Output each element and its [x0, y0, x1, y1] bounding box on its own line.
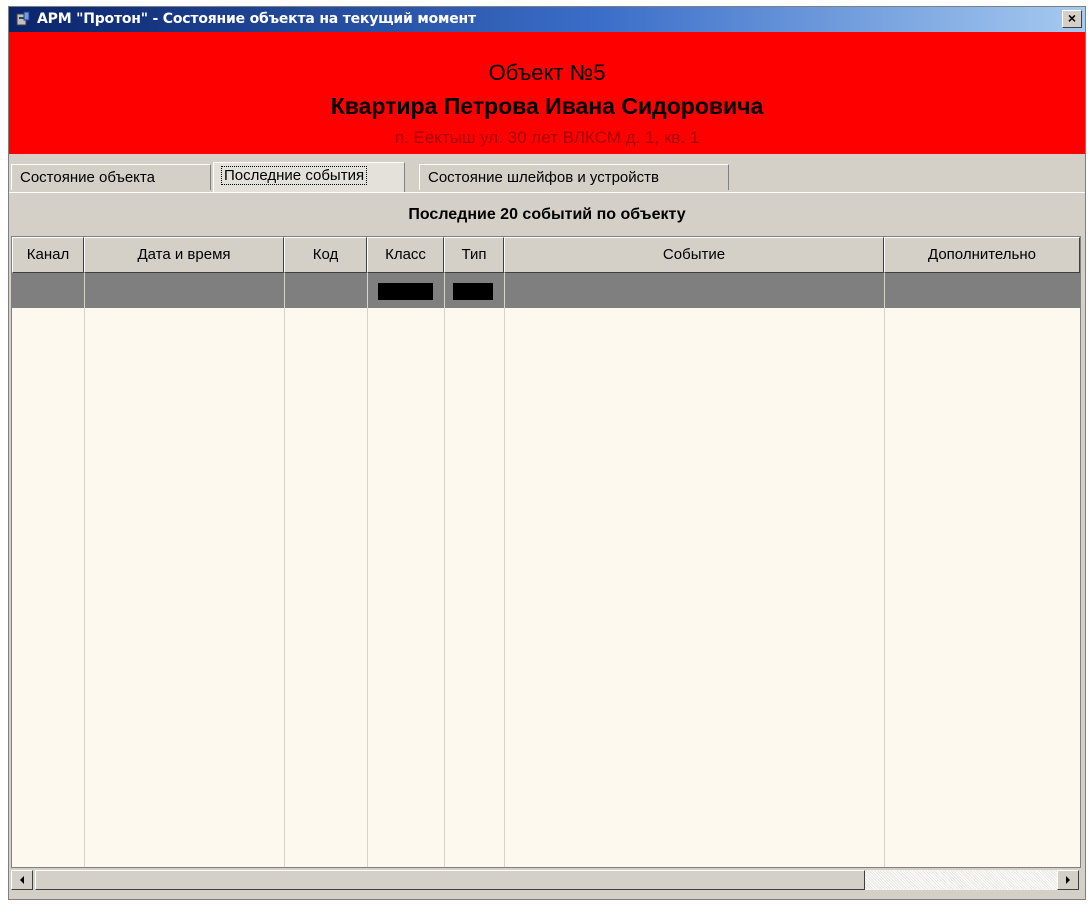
- scroll-right-button[interactable]: [1057, 870, 1079, 890]
- column-divider: [367, 273, 368, 867]
- close-button[interactable]: ×: [1062, 10, 1082, 28]
- tab-label: Состояние объекта: [20, 169, 155, 186]
- title-bar[interactable]: АРМ "Протон" - Состояние объекта на теку…: [9, 7, 1085, 32]
- app-icon: [16, 11, 30, 26]
- object-banner: Объект №5 Квартира Петрова Ивана Сидоров…: [9, 32, 1085, 154]
- table-row-selected[interactable]: [12, 273, 1080, 308]
- tab-loops-devices[interactable]: Состояние шлейфов и устройств: [419, 164, 729, 190]
- arrow-right-icon: [1066, 876, 1070, 884]
- horizontal-scrollbar[interactable]: [11, 868, 1081, 892]
- col-header-code[interactable]: Код: [284, 237, 367, 273]
- events-table[interactable]: Канал Дата и время Код Класс Тип Событие…: [11, 236, 1081, 868]
- tab-label: Состояние шлейфов и устройств: [428, 169, 659, 186]
- column-divider: [444, 273, 445, 867]
- column-divider: [504, 273, 505, 867]
- col-header-event[interactable]: Событие: [504, 237, 884, 273]
- column-divider: [84, 273, 85, 867]
- tab-label: Последние события: [220, 166, 368, 185]
- tab-object-state[interactable]: Состояние объекта: [11, 164, 211, 190]
- close-icon: ×: [1067, 10, 1077, 26]
- col-header-extra[interactable]: Дополнительно: [884, 237, 1080, 273]
- object-name: Квартира Петрова Ивана Сидоровича: [330, 93, 764, 119]
- scrollbar-thumb[interactable]: [35, 870, 865, 890]
- table-header: Канал Дата и время Код Класс Тип Событие…: [12, 237, 1080, 273]
- type-color-cell: [453, 283, 493, 300]
- column-divider: [884, 273, 885, 867]
- col-header-channel[interactable]: Канал: [12, 237, 84, 273]
- class-color-cell: [378, 283, 433, 300]
- col-header-class[interactable]: Класс: [367, 237, 444, 273]
- tab-divider: [9, 192, 1085, 193]
- column-divider: [284, 273, 285, 867]
- scrollbar-track[interactable]: [865, 870, 1057, 890]
- arrow-left-icon: [20, 876, 24, 884]
- object-state-window: АРМ "Протон" - Состояние объекта на теку…: [8, 6, 1086, 900]
- col-header-datetime[interactable]: Дата и время: [84, 237, 284, 273]
- object-address: п. Еектыш ул. 30 лет ВЛКСМ д. 1, кв. 1: [394, 128, 700, 147]
- tab-bar: Состояние объекта Последние события Сост…: [9, 154, 1085, 196]
- scroll-left-button[interactable]: [11, 870, 33, 890]
- events-title: Последние 20 событий по объекту: [9, 196, 1085, 234]
- col-header-type[interactable]: Тип: [444, 237, 504, 273]
- window-title: АРМ "Протон" - Состояние объекта на теку…: [37, 11, 476, 27]
- object-number: Объект №5: [488, 60, 606, 85]
- tab-last-events[interactable]: Последние события: [213, 162, 405, 192]
